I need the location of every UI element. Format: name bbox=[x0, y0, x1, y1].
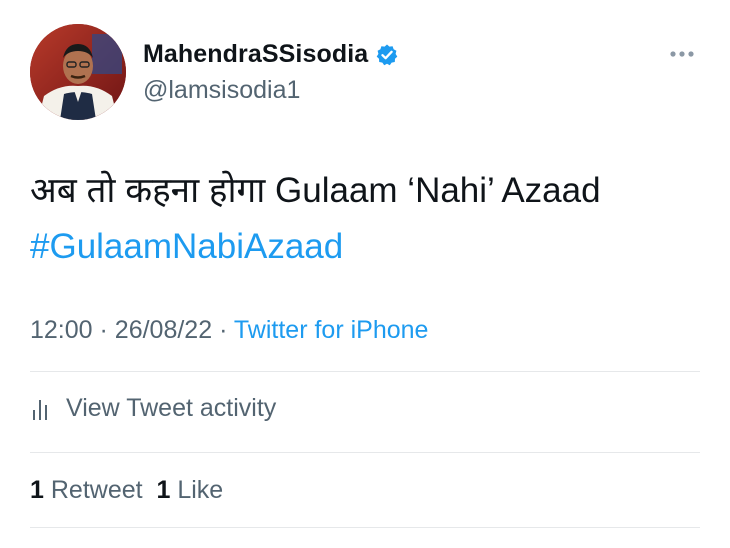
tweet-text: अब तो कहना होगा Gulaam ‘Nahi’ Azaad #Gul… bbox=[30, 163, 601, 275]
retweet-label: Retweet bbox=[50, 476, 143, 504]
verified-badge-icon bbox=[375, 43, 399, 67]
retweet-count: 1 bbox=[30, 476, 44, 504]
meta-separator: · bbox=[99, 316, 108, 344]
hashtag-link[interactable]: #GulaamNabiAzaad bbox=[30, 219, 601, 275]
divider bbox=[30, 371, 700, 372]
like-label: Like bbox=[177, 476, 224, 504]
tweet-date[interactable]: 26/08/22 bbox=[115, 316, 212, 344]
tweet-time[interactable]: 12:00 bbox=[30, 316, 93, 344]
meta-separator: · bbox=[219, 316, 228, 344]
tweet-source-link[interactable]: Twitter for iPhone bbox=[234, 316, 429, 344]
divider bbox=[30, 452, 700, 453]
view-tweet-activity-button[interactable]: View Tweet activity bbox=[30, 394, 276, 423]
retweets-link[interactable]: 1 Retweet bbox=[30, 476, 143, 504]
tweet-meta: 12:00 · 26/08/22 · Twitter for iPhone bbox=[30, 316, 428, 345]
tweet-stats: 1 Retweet 1 Like bbox=[30, 476, 223, 505]
likes-link[interactable]: 1 Like bbox=[156, 476, 223, 504]
bar-chart-icon bbox=[30, 396, 54, 422]
tweet-card: MahendraSSisodia @lamsisodia1 अब तो कहना… bbox=[0, 0, 730, 548]
like-count: 1 bbox=[156, 476, 171, 504]
profile-photo-icon bbox=[30, 24, 126, 120]
author-avatar[interactable] bbox=[30, 24, 126, 120]
author-handle[interactable]: @lamsisodia1 bbox=[143, 76, 300, 105]
author-name-row[interactable]: MahendraSSisodia bbox=[143, 40, 399, 69]
divider bbox=[30, 527, 700, 528]
ellipsis-icon[interactable] bbox=[668, 44, 696, 64]
author-display-name[interactable]: MahendraSSisodia bbox=[143, 40, 368, 69]
view-tweet-activity-label: View Tweet activity bbox=[66, 394, 277, 422]
tweet-text-line: अब तो कहना होगा Gulaam ‘Nahi’ Azaad bbox=[30, 171, 601, 210]
